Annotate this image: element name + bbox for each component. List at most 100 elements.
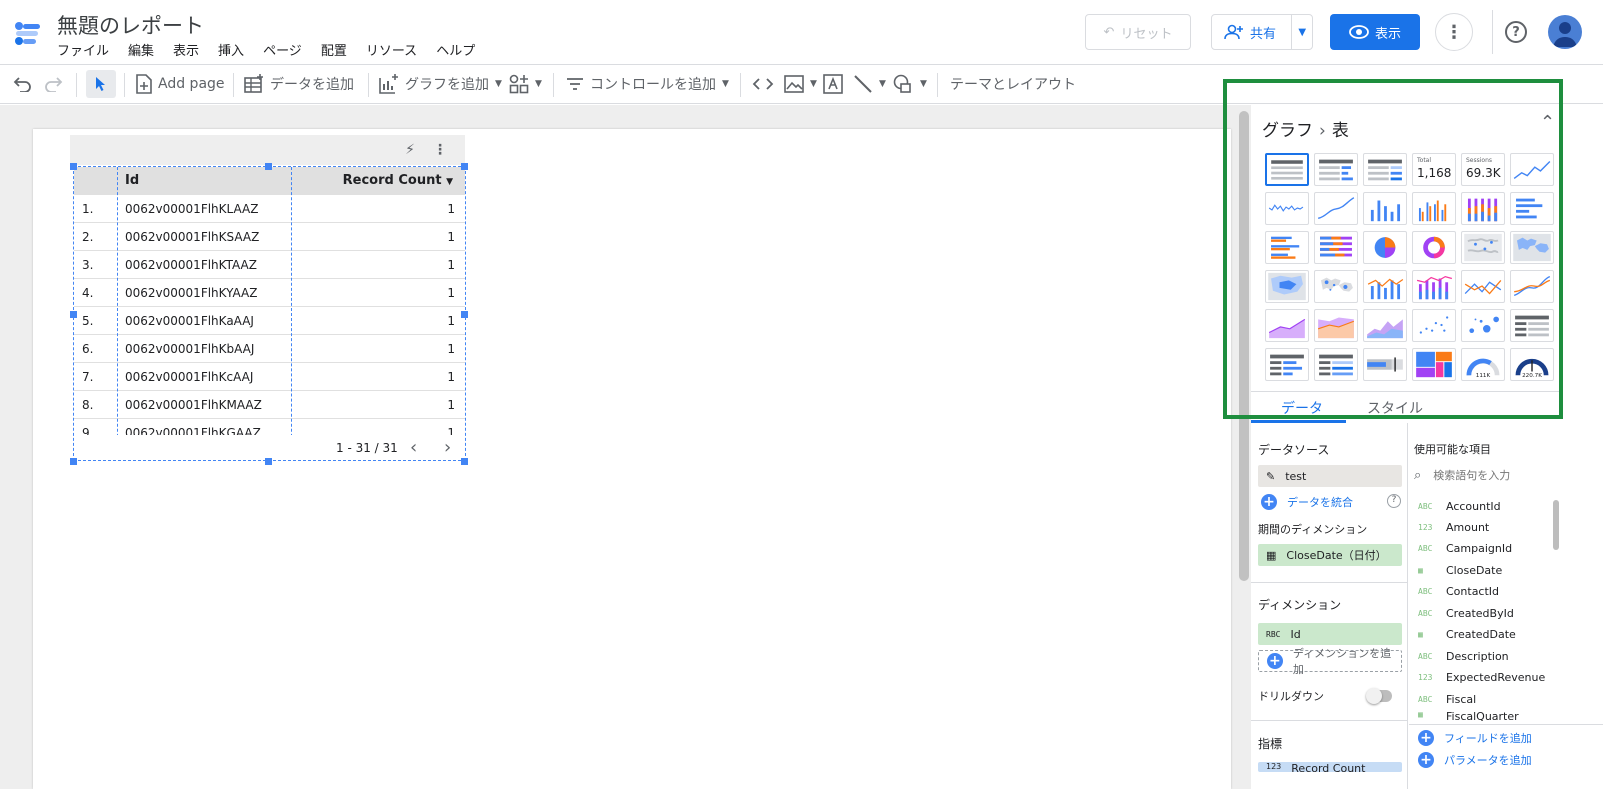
resize-handle[interactable] xyxy=(70,311,77,318)
add-page-icon xyxy=(136,74,152,94)
resize-handle[interactable] xyxy=(265,163,272,170)
header-divider xyxy=(1492,10,1493,54)
theme-layout-button[interactable]: テーマとレイアウト xyxy=(950,65,1076,103)
add-control-button[interactable]: コントロールを追加 ▼ xyxy=(566,65,729,103)
pencil-icon[interactable]: ✎ xyxy=(1266,470,1275,483)
blend-data-link[interactable]: + データを統合 xyxy=(1261,494,1353,510)
list-item[interactable]: ▦ FiscalQuarter xyxy=(1418,710,1558,721)
shape-icon[interactable]: ▼ xyxy=(892,65,927,103)
report-page[interactable]: ⚡ ⋮ Id Record Count ▼ 1. 0062v00001FlhKLA… xyxy=(33,129,1231,789)
list-item[interactable]: 123 ExpectedRevenue xyxy=(1418,667,1558,687)
field-list-scrollbar[interactable] xyxy=(1553,500,1559,550)
lightning-icon[interactable]: ⚡ xyxy=(405,142,415,158)
plus-icon: + xyxy=(1418,752,1434,768)
field-search[interactable]: ⌕ xyxy=(1414,463,1560,487)
resize-handle[interactable] xyxy=(265,458,272,465)
calendar-icon: ▦ xyxy=(1418,565,1423,575)
add-chart-button[interactable]: グラフを追加 ▼ xyxy=(379,65,502,103)
data-source-chip[interactable]: ✎ test xyxy=(1258,465,1402,487)
community-viz-icon xyxy=(509,74,529,94)
reset-button[interactable]: ↶ リセット xyxy=(1085,14,1191,50)
table-row[interactable]: 1. 0062v00001FlhKLAAZ 1 xyxy=(74,195,465,223)
dropdown-arrow-icon: ▼ xyxy=(535,79,542,89)
more-options-icon[interactable]: ⋮ xyxy=(1435,13,1473,51)
add-field-link[interactable]: + フィールドを追加 xyxy=(1418,730,1532,746)
undo-icon[interactable] xyxy=(12,65,32,103)
table-row[interactable]: 8. 0062v00001FlhKMAAZ 1 xyxy=(74,391,465,419)
embed-code-icon[interactable] xyxy=(752,65,774,103)
list-item[interactable]: ▦ CreatedDate xyxy=(1418,624,1558,644)
list-item[interactable]: ABC AccountId xyxy=(1418,496,1558,516)
metric-chip[interactable]: 123 Record Count xyxy=(1258,762,1402,772)
line-icon[interactable]: ▼ xyxy=(853,65,886,103)
resize-handle[interactable] xyxy=(461,163,468,170)
resize-handle[interactable] xyxy=(461,311,468,318)
add-data-button[interactable]: データを追加 xyxy=(244,65,354,103)
date-dimension-chip[interactable]: ▦ CloseDate（日付） xyxy=(1258,544,1402,566)
toolbar-divider xyxy=(124,73,125,97)
add-page-button[interactable]: Add page xyxy=(136,65,225,103)
dimension-chip[interactable]: RBC Id xyxy=(1258,623,1402,645)
looker-studio-logo-icon[interactable] xyxy=(14,18,42,46)
table-row[interactable]: 2. 0062v00001FlhKSAAZ 1 xyxy=(74,223,465,251)
table-chart[interactable]: Id Record Count ▼ 1. 0062v00001FlhKLAAZ 1 … xyxy=(73,166,466,461)
chart-more-icon[interactable]: ⋮ xyxy=(433,142,447,158)
chevron-right-icon[interactable]: › xyxy=(444,437,451,458)
help-circle-icon[interactable]: ? xyxy=(1387,494,1401,508)
sort-desc-icon: ▼ xyxy=(446,177,453,187)
share-main[interactable]: 共有 xyxy=(1212,15,1293,49)
add-dimension-button[interactable]: + ディメンションを追加 xyxy=(1258,647,1402,676)
list-item[interactable]: ABC CreatedById xyxy=(1418,603,1558,623)
undo-arrow-icon: ↶ xyxy=(1103,24,1115,40)
menu-page[interactable]: ページ xyxy=(263,40,302,59)
menu-insert[interactable]: 挿入 xyxy=(218,40,244,59)
menu-file[interactable]: ファイル xyxy=(57,40,109,59)
toolbar-divider xyxy=(76,73,77,97)
table-row[interactable]: 3. 0062v00001FlhKTAAZ 1 xyxy=(74,251,465,279)
table-row[interactable]: 4. 0062v00001FlhKYAAZ 1 xyxy=(74,279,465,307)
menu-edit[interactable]: 編集 xyxy=(128,40,154,59)
report-canvas[interactable]: ⚡ ⋮ Id Record Count ▼ 1. 0062v00001FlhKLA… xyxy=(0,105,1262,789)
list-item[interactable]: ▦ CloseDate xyxy=(1418,560,1558,580)
list-item[interactable]: ABC Fiscal xyxy=(1418,689,1558,709)
menu-arrange[interactable]: 配置 xyxy=(321,40,347,59)
avatar[interactable] xyxy=(1548,15,1582,49)
add-person-icon xyxy=(1224,24,1243,40)
drilldown-toggle[interactable] xyxy=(1366,688,1392,704)
redo-icon[interactable] xyxy=(44,65,64,103)
menu-help[interactable]: ヘルプ xyxy=(436,40,475,59)
list-item[interactable]: ABC CampaignId xyxy=(1418,538,1558,558)
table-row[interactable]: 7. 0062v00001FlhKcAAJ 1 xyxy=(74,363,465,391)
table-row[interactable]: 6. 0062v00001FlhKbAAJ 1 xyxy=(74,335,465,363)
share-button[interactable]: 共有 ▼ xyxy=(1211,14,1313,50)
table-row[interactable]: 5. 0062v00001FlhKaAAJ 1 xyxy=(74,307,465,335)
dimension-label: ディメンション xyxy=(1258,598,1342,612)
menu-bar: ファイル 編集 表示 挿入 ページ 配置 リソース ヘルプ xyxy=(57,40,494,59)
list-item[interactable]: 123 Amount xyxy=(1418,517,1558,537)
list-item[interactable]: ABC Description xyxy=(1418,646,1558,666)
resize-handle[interactable] xyxy=(70,163,77,170)
menu-view[interactable]: 表示 xyxy=(173,40,199,59)
plus-icon: + xyxy=(1261,494,1277,510)
community-viz-button[interactable]: ▼ xyxy=(509,65,542,103)
column-header-id[interactable]: Id xyxy=(125,173,139,188)
number-type-icon: 123 xyxy=(1266,762,1282,771)
share-dropdown-icon[interactable]: ▼ xyxy=(1292,27,1312,38)
menu-resource[interactable]: リソース xyxy=(366,40,417,59)
search-input[interactable] xyxy=(1433,468,1544,482)
report-title[interactable]: 無題のレポート xyxy=(57,10,204,40)
eye-icon xyxy=(1349,25,1369,39)
image-icon[interactable]: ▼ xyxy=(784,65,817,103)
view-button[interactable]: 表示 xyxy=(1330,14,1420,50)
text-box-icon[interactable] xyxy=(823,65,843,103)
list-item[interactable]: ABC ContactId xyxy=(1418,581,1558,601)
resize-handle[interactable] xyxy=(461,458,468,465)
dropdown-arrow-icon: ▼ xyxy=(495,79,502,89)
resize-handle[interactable] xyxy=(70,458,77,465)
metric-label: 指標 xyxy=(1258,737,1283,751)
column-header-record-count[interactable]: Record Count ▼ xyxy=(343,173,453,188)
add-parameter-link[interactable]: + パラメータを追加 xyxy=(1418,752,1532,768)
select-tool-button[interactable] xyxy=(86,70,116,98)
help-icon[interactable]: ? xyxy=(1505,21,1527,43)
chevron-left-icon[interactable]: ‹ xyxy=(410,437,417,458)
